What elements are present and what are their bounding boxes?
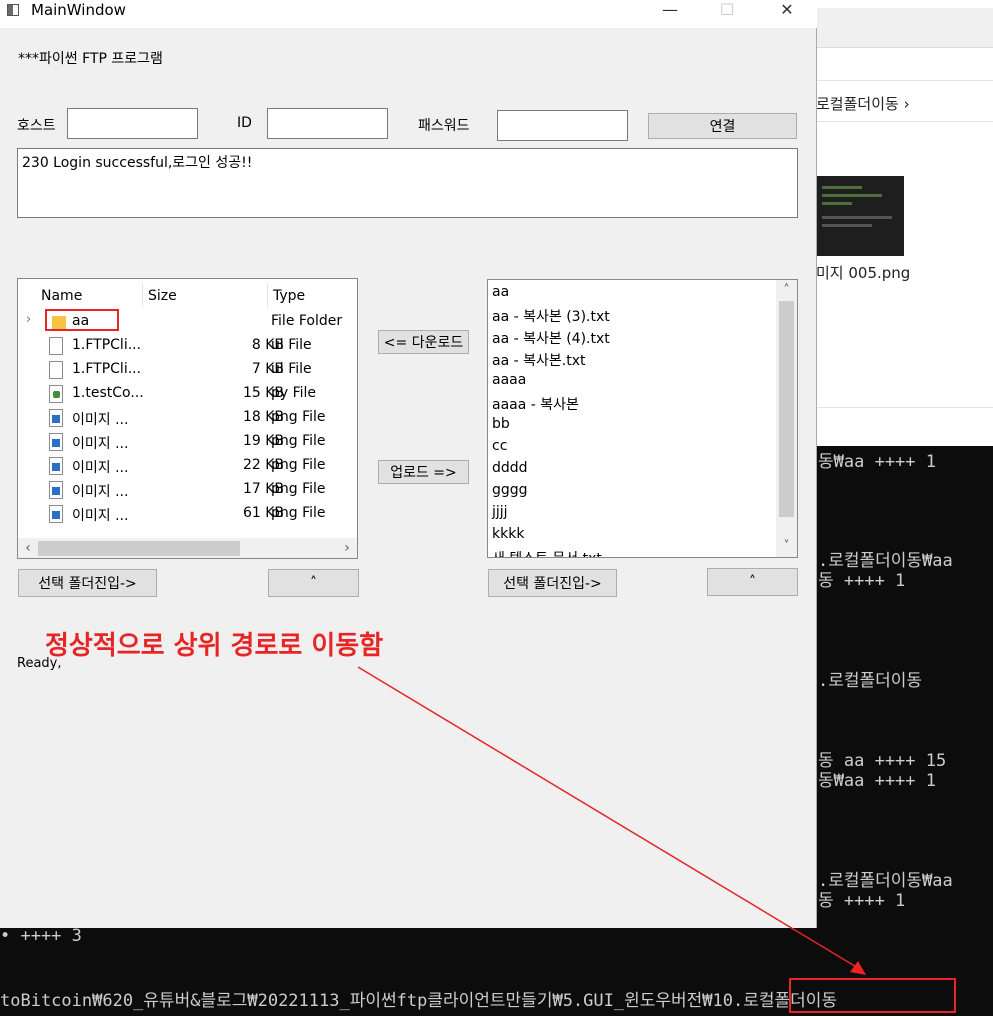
annotation-arrow xyxy=(357,666,866,975)
